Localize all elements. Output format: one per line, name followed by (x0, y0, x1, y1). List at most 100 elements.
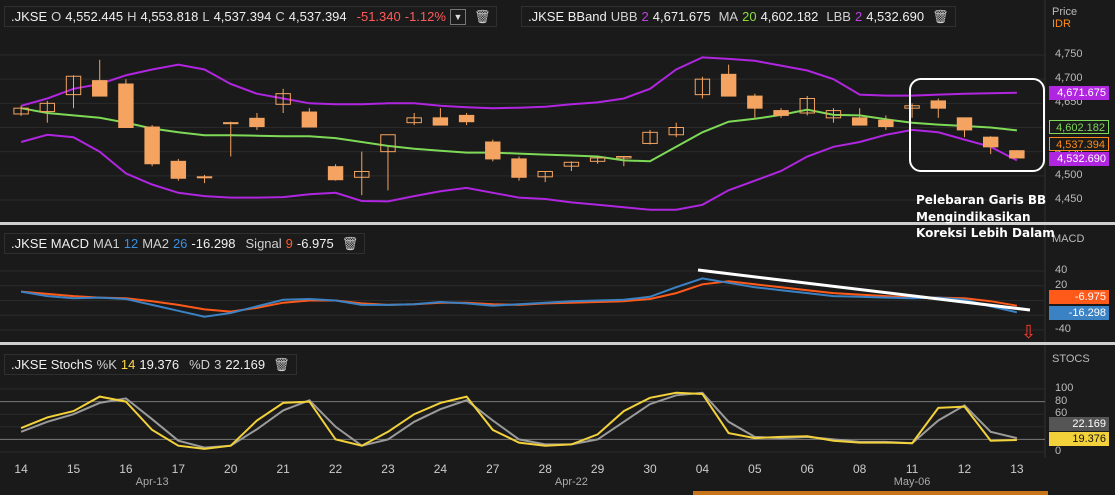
x-month-label: Apr-13 (135, 476, 169, 488)
stoch-d-tag: 22.169 (1049, 417, 1109, 431)
stoch-k-tag: 19.376 (1049, 432, 1109, 446)
stoch-tick-label: 100 (1055, 382, 1074, 394)
highlight-box (909, 78, 1045, 172)
x-tick-label: 24 (433, 462, 448, 476)
ma2-label: MA2 (142, 236, 169, 251)
d-period: 3 (214, 357, 222, 372)
macd-tick-label: 40 (1055, 264, 1068, 276)
macd-grid (0, 270, 1045, 331)
candle-body-up (223, 122, 239, 125)
open-value: 4,552.445 (65, 9, 124, 24)
candle (563, 161, 580, 171)
x-month-label: Apr-22 (554, 476, 588, 488)
bband-title: .JKSE BBand (528, 9, 607, 24)
signal-label: Signal (245, 236, 282, 251)
lbb-label: LBB (826, 9, 851, 24)
trash-icon[interactable]: 🗑 (342, 236, 359, 252)
low-label: L (202, 9, 210, 24)
macd-axis-title: MACD (1052, 233, 1085, 245)
signal-period: 9 (285, 236, 293, 251)
close-price-tag: 4,537.394 (1049, 137, 1109, 151)
candle-body-down (878, 119, 894, 128)
close-label: C (275, 9, 285, 24)
pane-separator-2[interactable] (0, 342, 1115, 345)
note-line-1: Pelebaran Garis BB (916, 193, 1047, 207)
candle-body-down (301, 111, 318, 128)
bband-legend: .JKSE BBand UBB 2 4,671.675 MA 20 4,602.182 … (521, 6, 956, 27)
candle (694, 76, 711, 99)
candle (327, 164, 344, 181)
candle-body-down (249, 117, 265, 128)
open-label: O (51, 9, 62, 24)
candle-body-down (118, 83, 134, 128)
signal-tag: -6.975 (1049, 290, 1109, 304)
macd-title: .JKSE MACD (11, 236, 90, 251)
stoch-legend: .JKSE StochS %K 14 19.376 %D 3 22.169 🗑 (4, 354, 297, 375)
note-line-2: Mengindikasikan (916, 209, 1031, 224)
candle (485, 139, 501, 162)
ma1-period: 12 (123, 236, 139, 251)
x-tick-label: 27 (486, 462, 500, 476)
close-value: 4,537.394 (288, 9, 347, 24)
price-axis-currency: IDR (1052, 18, 1071, 30)
ubb-value: 4,671.675 (652, 9, 711, 24)
candle (13, 105, 29, 116)
signal-value: -6.975 (296, 236, 334, 251)
lbb-price-tag: 4,532.690 (1049, 152, 1109, 166)
change-percent: -1.12% (404, 9, 446, 24)
bb-ubb-line (20, 56, 1017, 110)
candle (668, 122, 684, 138)
candle (799, 96, 815, 116)
macd-value: -16.298 (191, 236, 236, 251)
stoch-tick-label: 80 (1055, 394, 1068, 407)
price-tick-label: 4,500 (1055, 168, 1083, 181)
trash-icon[interactable]: 🗑 (932, 9, 949, 25)
lbb-period: 2 (854, 9, 863, 24)
ma-period: 20 (742, 9, 757, 24)
candle (458, 113, 475, 126)
candle (511, 156, 527, 181)
macd-line (20, 277, 1018, 318)
candle (747, 93, 763, 118)
time-range-bar[interactable] (693, 491, 1048, 495)
high-label: H (127, 9, 137, 24)
candle-body-down (170, 160, 187, 179)
candle-body-down (511, 158, 527, 178)
candle (170, 158, 187, 181)
x-tick-label: 22 (328, 462, 343, 476)
x-tick-label: 14 (14, 462, 28, 476)
candle-body-down (720, 73, 737, 97)
ubb-label: UBB (610, 9, 638, 24)
candle (354, 151, 370, 196)
candle (301, 108, 318, 128)
ma-label: MA (718, 9, 739, 24)
k-value: 19.376 (139, 357, 180, 372)
candle-body-down (485, 141, 501, 160)
candle (39, 100, 56, 123)
price-axis-title: Price (1052, 6, 1078, 18)
candle (720, 64, 737, 97)
ma-price-tag: 4,602.182 (1049, 120, 1109, 134)
trash-icon[interactable]: 🗑 (273, 357, 290, 373)
price-tick-label: 4,750 (1055, 48, 1083, 60)
x-tick-label: 15 (66, 462, 81, 476)
x-tick-label: 13 (1010, 462, 1024, 476)
ma-value: 4,602.182 (760, 9, 819, 24)
candle-body-down (432, 117, 449, 126)
low-value: 4,537.394 (213, 9, 272, 24)
candle-body-down (851, 117, 868, 126)
x-tick-label: 06 (800, 462, 814, 476)
candle-body-down (458, 114, 475, 123)
d-value: 22.169 (225, 357, 266, 372)
chevron-down-icon[interactable]: ▼ (449, 8, 466, 25)
price-tick-label: 4,450 (1055, 193, 1083, 205)
candle (537, 170, 553, 183)
macd-tick-label: 20 (1055, 278, 1068, 291)
x-tick-label: 30 (643, 462, 657, 476)
x-month-label: May-06 (893, 476, 931, 488)
x-tick-label: 21 (276, 462, 290, 476)
x-tick-label: 16 (119, 462, 133, 476)
ma1-label: MA1 (93, 236, 120, 251)
x-tick-label: 20 (224, 462, 238, 476)
trash-icon[interactable]: 🗑 (474, 9, 491, 25)
